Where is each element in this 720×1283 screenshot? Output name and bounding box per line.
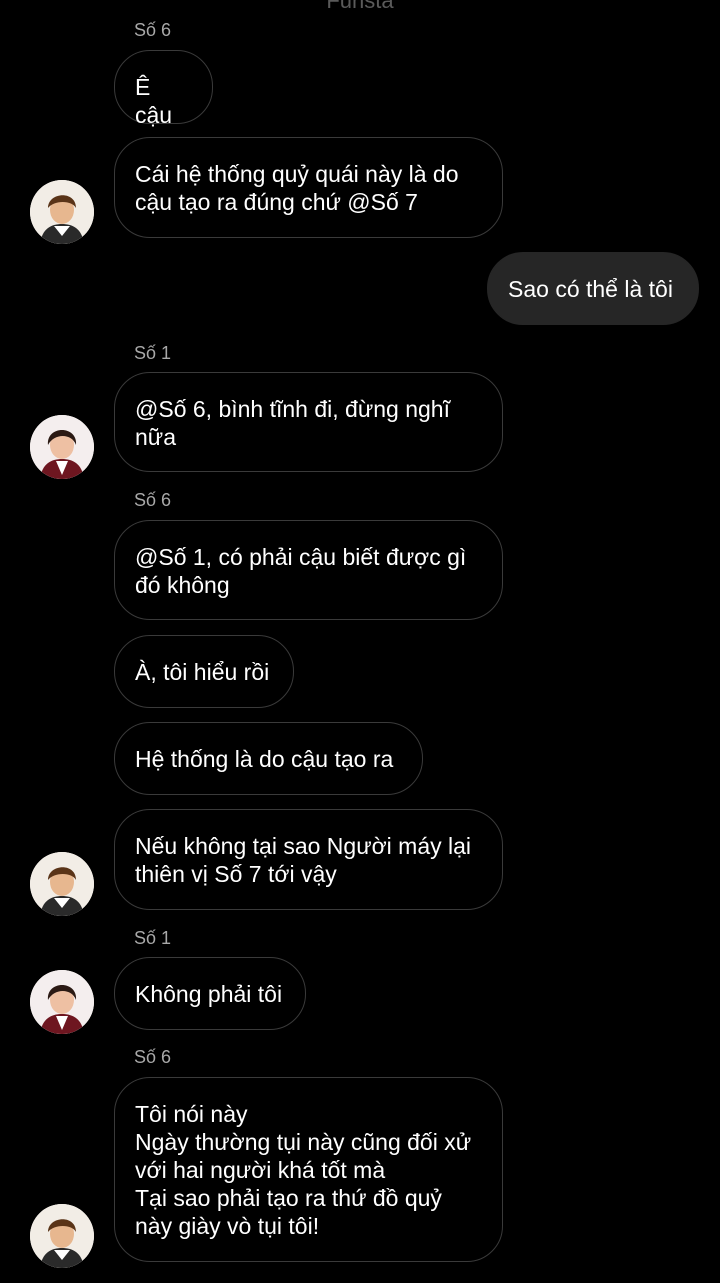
- sender-label: Số 6: [134, 490, 172, 510]
- message-bubble[interactable]: Ê cậu: [114, 50, 213, 128]
- user-avatar-icon: [30, 852, 94, 916]
- sender-label: Số 1: [134, 928, 172, 948]
- message-bubble[interactable]: Cái hệ thống quỷ quái này là do cậu tạo …: [114, 137, 503, 238]
- message-bubble[interactable]: Nếu không tại sao Người máy lại thiên vị…: [114, 809, 503, 910]
- avatar[interactable]: [30, 970, 94, 1034]
- user-avatar-icon: [30, 415, 94, 479]
- outgoing-message-bubble[interactable]: Sao có thể là tôi: [487, 252, 699, 325]
- user-avatar-icon: [30, 970, 94, 1034]
- user-avatar-icon: [30, 1204, 94, 1268]
- user-avatar-icon: [30, 180, 94, 244]
- sender-label: Số 1: [134, 343, 172, 363]
- message-bubble[interactable]: À, tôi hiểu rồi: [114, 635, 294, 708]
- sender-label: Số 6: [134, 20, 172, 40]
- avatar[interactable]: [30, 852, 94, 916]
- avatar[interactable]: [30, 1204, 94, 1268]
- sender-label: Số 6: [134, 1047, 172, 1067]
- header-title: Funsta: [326, 0, 394, 13]
- avatar[interactable]: [30, 180, 94, 244]
- message-bubble[interactable]: Tôi nói này Ngày thường tụi này cũng đối…: [114, 1077, 503, 1262]
- message-bubble[interactable]: @Số 1, có phải cậu biết được gì đó không: [114, 520, 503, 620]
- message-bubble[interactable]: Hệ thống là do cậu tạo ra: [114, 722, 423, 795]
- avatar[interactable]: [30, 415, 94, 479]
- message-bubble[interactable]: Không phải tôi: [114, 957, 306, 1030]
- message-bubble[interactable]: @Số 6, bình tĩnh đi, đừng nghĩ nữa: [114, 372, 503, 472]
